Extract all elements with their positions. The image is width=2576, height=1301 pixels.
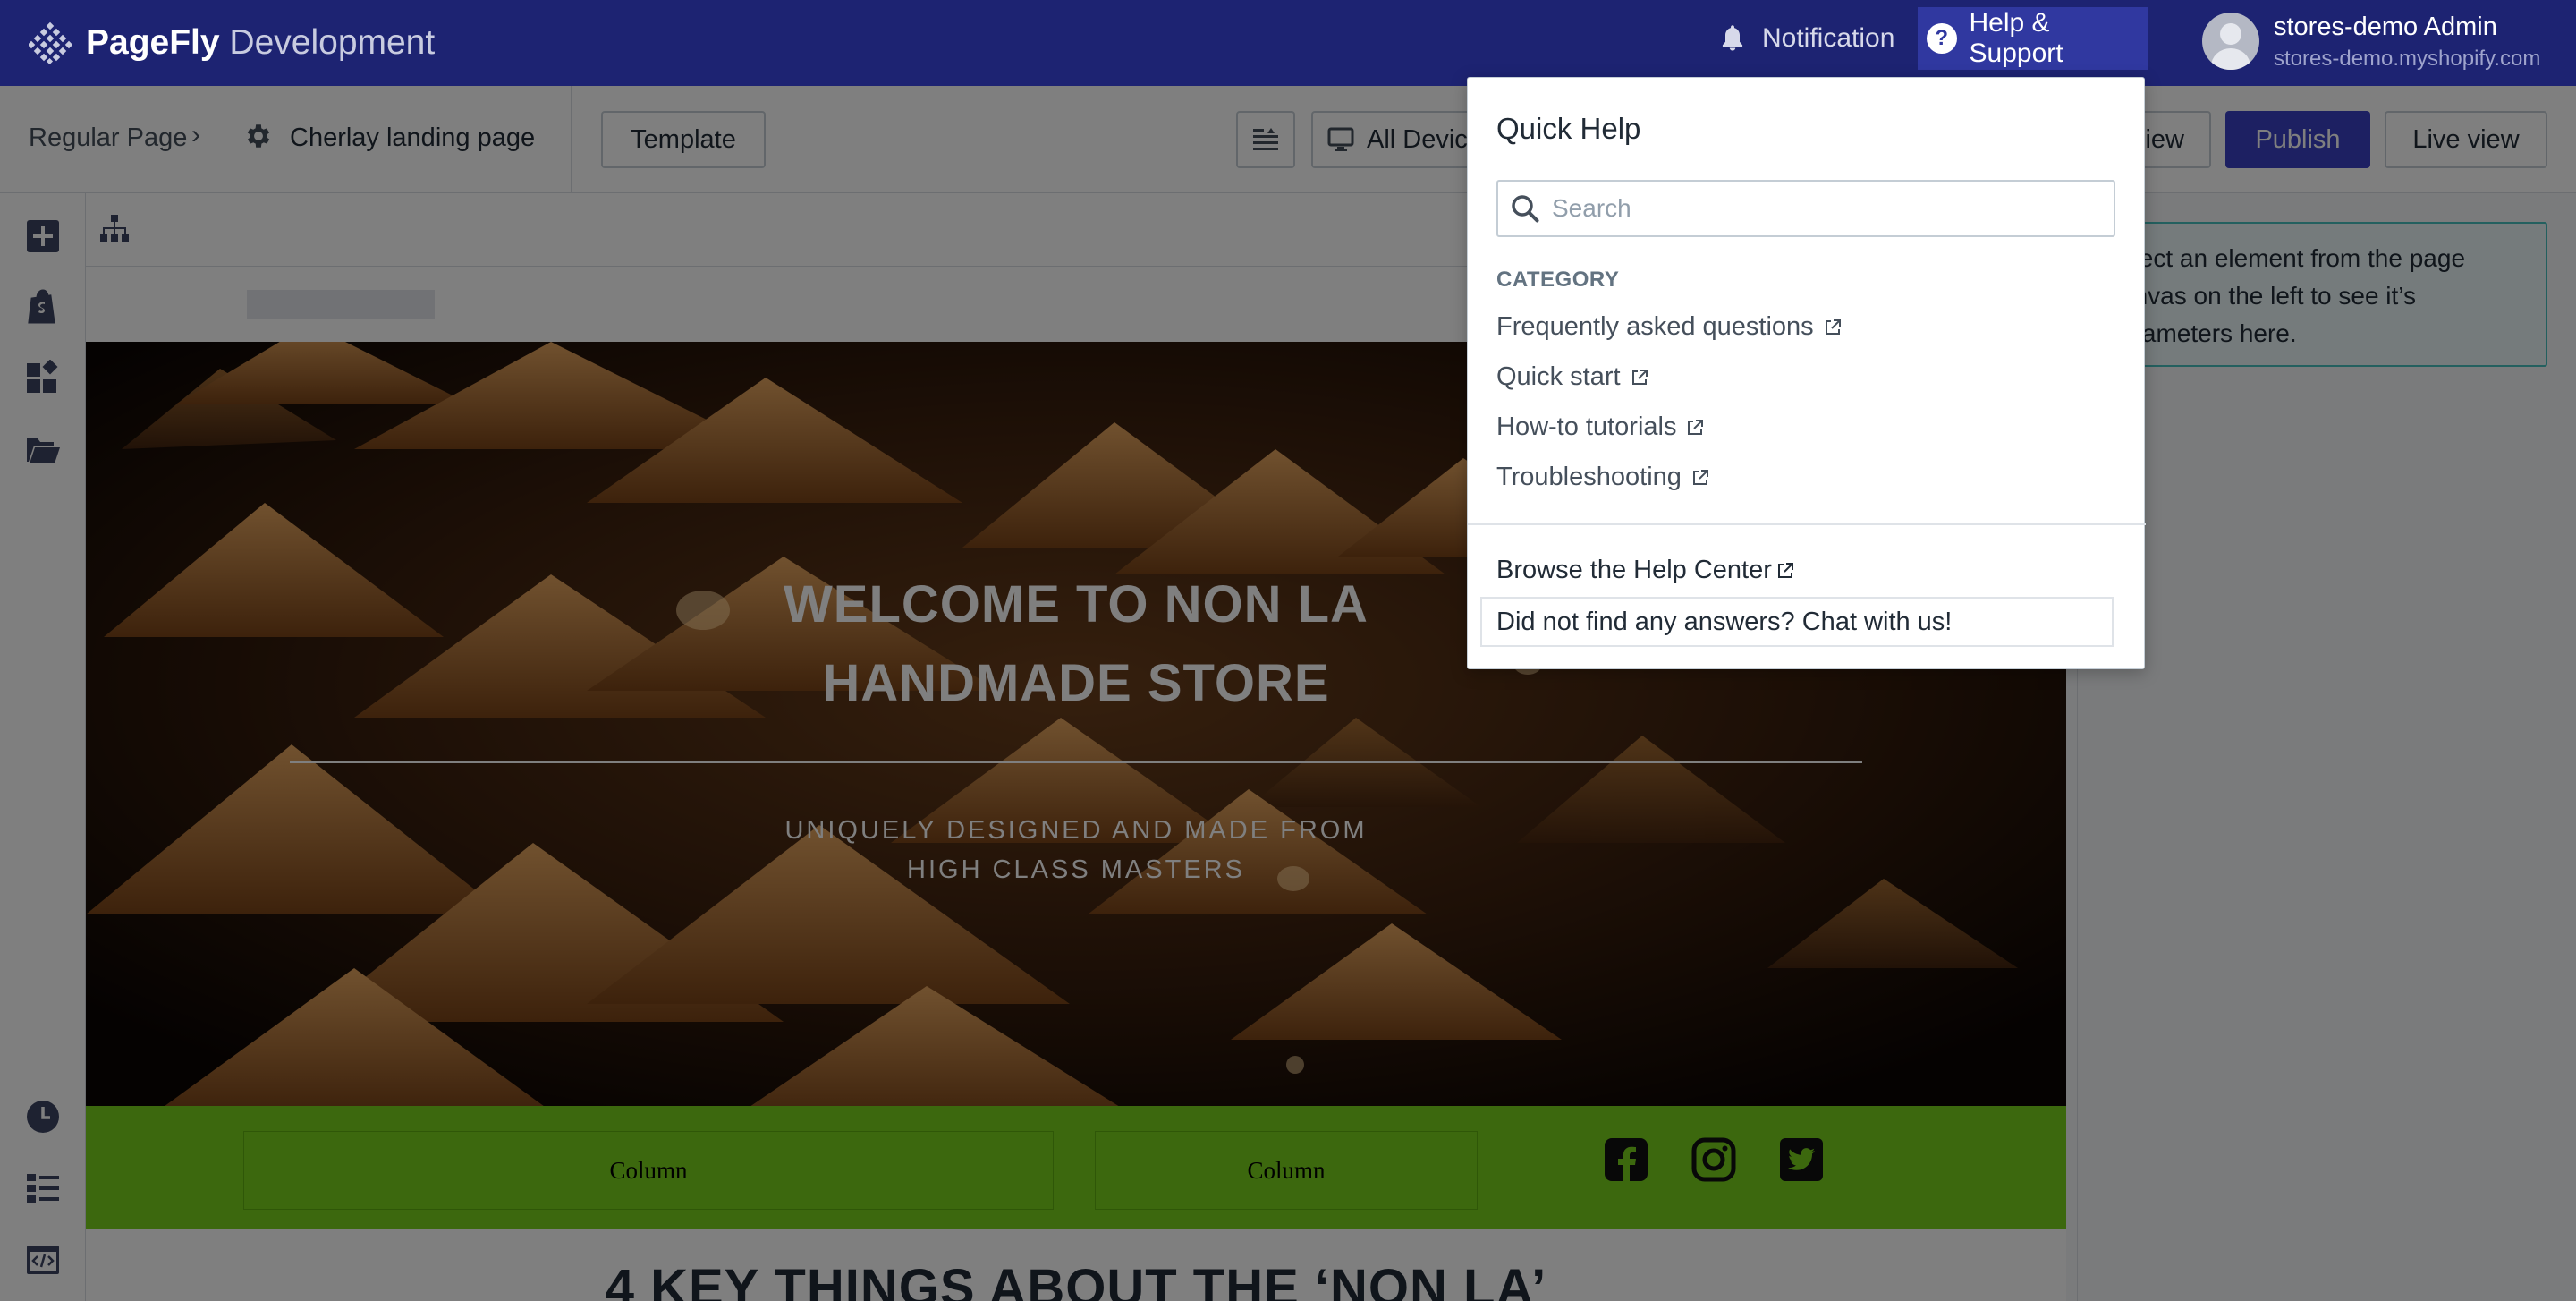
question-circle-icon: ? — [1927, 23, 1957, 54]
toolbar-divider — [571, 86, 572, 193]
pagefly-logo-icon[interactable] — [29, 21, 72, 64]
shopify-bag-icon[interactable] — [25, 288, 61, 324]
left-sidebar — [0, 193, 86, 1301]
external-link-icon — [1825, 319, 1841, 335]
column-block[interactable]: Column — [1095, 1131, 1478, 1210]
external-link-icon — [1631, 369, 1648, 385]
sections-grid-icon[interactable] — [25, 360, 61, 395]
hero-subheading-line1: UNIQUELY DESIGNED AND MADE FROM — [784, 816, 1368, 845]
editor-toolbar: Regular Page › Cherlay landing page Temp… — [0, 86, 2576, 193]
user-name[interactable]: stores-demo Admin — [2274, 13, 2497, 42]
add-element-icon[interactable] — [25, 218, 61, 254]
search-icon — [1512, 195, 1539, 223]
browse-help-center-label: Browse the Help Center — [1496, 556, 1772, 584]
chat-with-us-button[interactable]: Did not find any answers? Chat with us! — [1480, 597, 2114, 647]
avatar[interactable] — [2202, 13, 2259, 70]
hero-subheading-line2: HIGH CLASS MASTERS — [907, 855, 1245, 884]
brand-title[interactable]: PageFly Development — [86, 23, 435, 63]
device-selector-label: All Devic — [1367, 124, 1468, 154]
external-link-icon — [1688, 419, 1704, 435]
help-link-troubleshooting[interactable]: Troubleshooting — [1496, 463, 1710, 492]
device-selector[interactable]: All Devic — [1311, 111, 1472, 168]
help-search-input[interactable] — [1552, 194, 2089, 223]
notification-label: Notification — [1762, 23, 1895, 53]
help-link-quick-start[interactable]: Quick start — [1496, 362, 1649, 392]
gear-icon[interactable] — [243, 121, 274, 151]
folder-open-icon[interactable] — [25, 431, 61, 467]
user-store-domain: stores-demo.myshopify.com — [2274, 47, 2541, 71]
key-things-section[interactable]: 4 KEY THINGS ABOUT THE ‘NON LA’ — [86, 1229, 2066, 1301]
browse-help-center-link[interactable]: Browse the Help Center — [1496, 556, 1795, 585]
column-block[interactable]: Column — [243, 1131, 1054, 1210]
help-link-tutorials[interactable]: How-to tutorials — [1496, 412, 1705, 442]
text-lines-icon — [1253, 128, 1278, 150]
hero-subheading[interactable]: UNIQUELY DESIGNED AND MADE FROM HIGH CLA… — [86, 811, 2066, 889]
top-navigation: PageFly Development Notification ? Help … — [0, 0, 2576, 86]
code-editor-icon[interactable] — [25, 1242, 61, 1278]
notification-button[interactable]: Notification — [1719, 23, 1894, 54]
template-button[interactable]: Template — [601, 111, 766, 168]
social-column-section[interactable]: Column Column — [86, 1106, 2066, 1229]
text-format-button[interactable] — [1236, 111, 1295, 168]
help-support-label: Help & Support — [1969, 8, 2063, 68]
external-link-icon — [1777, 562, 1793, 578]
quick-help-popover: Quick Help CATEGORY Frequently asked que… — [1467, 77, 2146, 669]
live-view-button[interactable]: Live view — [2385, 111, 2547, 168]
section-heading[interactable]: 4 KEY THINGS ABOUT THE ‘NON LA’ — [86, 1258, 2066, 1301]
popover-divider — [1468, 523, 2146, 525]
history-clock-icon[interactable] — [25, 1099, 61, 1135]
page-structure-icon[interactable] — [98, 213, 131, 245]
quick-help-title: Quick Help — [1496, 112, 1641, 145]
inspector-hint: elect an element from the page anvas on … — [2098, 222, 2547, 367]
help-link-label: Frequently asked questions — [1496, 312, 1814, 341]
desktop-icon — [1327, 127, 1354, 151]
facebook-icon[interactable] — [1603, 1136, 1649, 1183]
help-search-field[interactable] — [1496, 180, 2115, 237]
breadcrumb-regular-page[interactable]: Regular Page — [29, 123, 187, 153]
help-link-label: Troubleshooting — [1496, 463, 1682, 491]
page-title[interactable]: Cherlay landing page — [290, 123, 535, 153]
outline-list-icon[interactable] — [25, 1170, 61, 1206]
placeholder-bar — [247, 290, 435, 319]
chevron-right-icon: › — [191, 120, 200, 149]
bell-icon — [1722, 25, 1743, 51]
brand-name: PageFly — [86, 23, 220, 62]
external-link-icon — [1692, 469, 1708, 485]
instagram-icon[interactable] — [1690, 1136, 1737, 1183]
hero-divider[interactable] — [290, 761, 1862, 763]
help-link-faq[interactable]: Frequently asked questions — [1496, 312, 1843, 342]
twitter-icon[interactable] — [1778, 1136, 1825, 1183]
help-support-button[interactable]: ? Help & Support — [1918, 7, 2148, 70]
publish-button[interactable]: Publish — [2225, 111, 2370, 168]
category-heading: CATEGORY — [1496, 268, 1620, 292]
brand-suffix: Development — [219, 23, 436, 62]
help-link-label: How-to tutorials — [1496, 412, 1677, 441]
help-link-label: Quick start — [1496, 362, 1621, 391]
